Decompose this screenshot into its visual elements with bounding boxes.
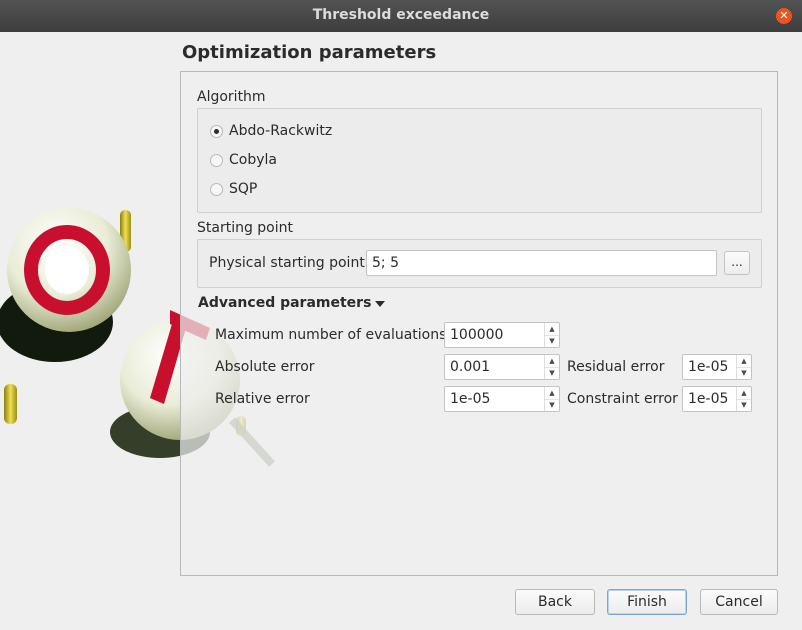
- relative-error-spinbox[interactable]: 1e-05 ▲ ▼: [444, 386, 560, 412]
- radio-label: SQP: [229, 181, 258, 197]
- radio-unchecked-icon[interactable]: [210, 153, 223, 167]
- algorithm-label: Algorithm: [197, 89, 266, 105]
- constraint-error-spinbox[interactable]: 1e-05 ▲ ▼: [682, 386, 752, 412]
- window-title: Threshold exceedance: [312, 7, 490, 23]
- constraint-error-value[interactable]: 1e-05: [688, 391, 728, 407]
- arrow-down-icon[interactable]: ▼: [737, 399, 751, 411]
- relative-error-label: Relative error: [215, 391, 310, 407]
- radio-label: Abdo-Rackwitz: [229, 123, 333, 139]
- caret-down-icon: [375, 300, 386, 307]
- max-evaluations-value[interactable]: 100000: [450, 327, 503, 343]
- arrow-down-icon[interactable]: ▼: [737, 367, 751, 379]
- page-title: Optimization parameters: [182, 42, 437, 63]
- advanced-parameters-label: Advanced parameters: [198, 295, 372, 311]
- relative-error-value[interactable]: 1e-05: [450, 391, 490, 407]
- radio-checked-icon[interactable]: [210, 124, 223, 138]
- algorithm-group: Abdo-Rackwitz Cobyla SQP: [197, 108, 762, 213]
- advanced-parameters-toggle[interactable]: Advanced parameters: [198, 295, 386, 311]
- wizard-side-image: [0, 208, 275, 467]
- physical-starting-point-label: Physical starting point: [209, 255, 365, 271]
- finish-button[interactable]: Finish: [607, 589, 687, 615]
- absolute-error-value[interactable]: 0.001: [450, 359, 490, 375]
- radio-cobyla[interactable]: Cobyla: [210, 152, 277, 168]
- residual-error-label: Residual error: [567, 359, 665, 375]
- max-evaluations-label: Maximum number of evaluations: [215, 327, 447, 343]
- back-button[interactable]: Back: [515, 589, 595, 615]
- radio-label: Cobyla: [229, 152, 277, 168]
- starting-point-label: Starting point: [197, 220, 294, 236]
- arrow-down-icon[interactable]: ▼: [545, 399, 559, 411]
- window-titlebar: Threshold exceedance ✕: [0, 0, 802, 32]
- radio-abdo-rackwitz[interactable]: Abdo-Rackwitz: [210, 123, 332, 139]
- radio-unchecked-icon[interactable]: [210, 182, 223, 196]
- constraint-error-label: Constraint error: [567, 391, 678, 407]
- browse-starting-point-button[interactable]: ...: [724, 251, 750, 275]
- starting-point-input[interactable]: 5; 5: [366, 250, 717, 276]
- max-evaluations-spinbox[interactable]: 100000 ▲ ▼: [444, 322, 560, 348]
- arrow-down-icon[interactable]: ▼: [545, 335, 559, 347]
- cancel-button[interactable]: Cancel: [700, 589, 778, 615]
- absolute-error-spinbox[interactable]: 0.001 ▲ ▼: [444, 354, 560, 380]
- residual-error-spinbox[interactable]: 1e-05 ▲ ▼: [682, 354, 752, 380]
- radio-sqp[interactable]: SQP: [210, 181, 257, 197]
- absolute-error-label: Absolute error: [215, 359, 315, 375]
- arrow-down-icon[interactable]: ▼: [545, 367, 559, 379]
- residual-error-value[interactable]: 1e-05: [688, 359, 728, 375]
- close-icon[interactable]: ✕: [776, 8, 792, 24]
